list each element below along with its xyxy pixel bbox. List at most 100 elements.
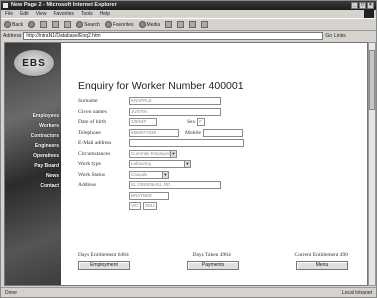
window-controls: _ □ × [351,2,374,9]
surname-label: Surname [78,98,98,105]
print-icon[interactable] [189,21,197,28]
form-row-dob: Date of birth 1/9/64F Sex F [78,117,358,128]
sidebar-item-news[interactable]: News [5,171,59,181]
forward-icon[interactable] [28,21,36,28]
company-logo: EBS [13,49,55,77]
toolbar: Back Search Favorites Media [1,18,376,31]
site-sidebar: EBS Employees Workers Contractors Engine… [5,43,61,285]
address-field-label: Address [78,182,97,189]
current-entitlement-text: Current Entitlement 490 [294,252,348,258]
address-bar: Address http://intraN1/Database/Enq2.htm… [1,31,376,41]
form-row-surname: Surname KNAPPLE [78,96,358,107]
scroll-thumb[interactable] [369,50,375,110]
employment-button[interactable]: Employment [78,261,130,270]
menu-help[interactable]: Help [100,10,110,18]
sidebar-item-workers[interactable]: Workers [5,121,59,131]
security-zone: Local intranet [341,290,372,296]
form-row-work-status: Work Status Casuals ▼ [78,170,358,181]
media-icon [138,21,146,28]
minimize-button[interactable]: _ [351,2,358,9]
sidebar-nav: Employees Workers Contractors Engineers … [5,111,59,191]
work-type-select[interactable]: Labouring ▼ [129,160,191,169]
dob-field[interactable]: 1/9/64F [129,118,157,127]
search-icon [76,21,84,28]
circumstances-select[interactable]: Currently Employed ▼ [129,149,177,158]
go-button[interactable]: Go [325,33,332,39]
chevron-down-icon[interactable]: ▼ [170,150,176,157]
days-entitlement-text: Days Entitlement 6464 [78,252,129,258]
enquiry-form: Surname KNAPPLE Given names JUSTIN Date … [78,96,358,212]
address-input[interactable]: http://intraN1/Database/Enq2.htm [23,32,324,40]
browser-window: New Page 2 - Microsoft Internet Explorer… [0,0,377,298]
maximize-button[interactable]: □ [359,2,366,9]
action-buttons: Employment Payments Menu [78,261,348,270]
sex-field[interactable]: F [197,118,206,127]
menu-file[interactable]: File [5,10,13,18]
mobile-field[interactable] [202,128,243,137]
mail-icon[interactable] [177,21,185,28]
chevron-down-icon[interactable]: ▼ [184,161,190,168]
home-icon[interactable] [64,21,72,28]
menu-button[interactable]: Menu [296,261,348,270]
email-label: E-Mail address [78,140,112,147]
favorites-button[interactable]: Favorites [104,21,134,28]
sidebar-item-contractors[interactable]: Contractors [5,131,59,141]
menu-favorites[interactable]: Favorites [53,10,74,18]
work-status-label: Work Status [78,171,105,178]
sidebar-item-contact[interactable]: Contact [5,181,59,191]
menu-view[interactable]: View [36,10,47,18]
state-field[interactable]: VIC [129,202,141,211]
page-title: Enquiry for Worker Number 400001 [78,80,244,92]
sidebar-item-operatives[interactable]: Operatives [5,151,59,161]
stop-icon[interactable] [40,21,48,28]
refresh-icon[interactable] [52,21,60,28]
given-names-field[interactable]: JUSTIN [129,107,221,116]
form-row-email: E-Mail address [78,138,358,149]
address-line1-field[interactable]: 51 GREENHILL RD [129,181,221,190]
menu-edit[interactable]: Edit [20,10,29,18]
star-icon [104,21,112,28]
sex-label: Sex [187,119,196,126]
telephone-field[interactable]: 9565077038 [129,128,179,137]
form-row-given-names: Given names JUSTIN [78,107,358,118]
history-icon[interactable] [165,21,173,28]
edit-icon[interactable] [201,21,209,28]
back-button[interactable]: Back [4,21,23,28]
title-bar: New Page 2 - Microsoft Internet Explorer… [1,1,376,10]
payments-button[interactable]: Payments [187,261,239,270]
form-row-address-2: BRAYNEE [78,191,358,202]
ie-icon [3,3,8,8]
surname-field[interactable]: KNAPPLE [129,97,221,106]
sidebar-item-engineers[interactable]: Engineers [5,141,59,151]
page-content: EBS Employees Workers Contractors Engine… [4,42,368,286]
telephone-label: Telephone [78,129,101,136]
menu-tools[interactable]: Tools [81,10,93,18]
vertical-scrollbar[interactable] [368,42,376,286]
summary-section: Days Entitlement 6464 Days Taken 4964 Cu… [78,252,348,270]
windows-logo-icon [364,10,374,18]
form-row-address-3: VIC 3041 [78,201,358,212]
form-row-circumstances: Circumstances Currently Employed ▼ [78,149,358,160]
work-status-select[interactable]: Casuals ▼ [129,170,169,179]
form-row-telephone: Telephone 9565077038 Mobile [78,128,358,139]
email-field[interactable] [129,139,244,148]
given-names-label: Given names [78,108,107,115]
sidebar-item-pay-board[interactable]: Pay Board [5,161,59,171]
chevron-down-icon[interactable]: ▼ [162,171,168,178]
dob-label: Date of birth [78,119,107,126]
form-row-work-type: Work type Labouring ▼ [78,159,358,170]
postcode-field[interactable]: 3041 [143,202,157,211]
circumstances-label: Circumstances [78,150,111,157]
address-line2-field[interactable]: BRAYNEE [129,191,169,200]
status-text: Done [5,290,17,296]
menu-bar: File Edit View Favorites Tools Help [1,10,376,18]
links-button[interactable]: Links [334,33,346,39]
close-button[interactable]: × [367,2,374,9]
search-button[interactable]: Search [76,21,100,28]
media-button[interactable]: Media [138,21,160,28]
form-row-address: Address 51 GREENHILL RD [78,180,358,191]
work-type-label: Work type [78,161,101,168]
back-arrow-icon [4,21,11,28]
sidebar-item-employees[interactable]: Employees [5,111,59,121]
window-title: New Page 2 - Microsoft Internet Explorer [11,2,117,8]
